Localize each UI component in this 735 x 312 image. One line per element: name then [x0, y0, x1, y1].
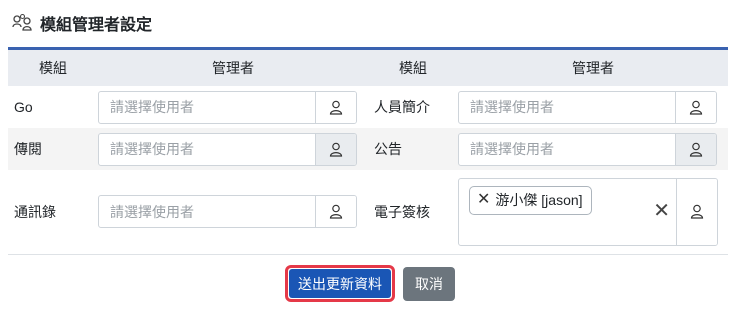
user-icon	[329, 204, 343, 219]
clear-selection-icon[interactable]: ✕	[653, 201, 670, 221]
module-admin-table: 模組 管理者 模組 管理者 Go 請選擇使用者 人員簡介 請選擇使用者 傳閱 請…	[8, 47, 728, 255]
page-title: 模組管理者設定	[40, 17, 153, 34]
users-icon	[12, 13, 34, 33]
cancel-button[interactable]: 取消	[403, 266, 455, 301]
user-icon	[690, 204, 704, 219]
module-name: 通訊錄	[8, 170, 98, 255]
admin-picker-circulation: 請選擇使用者	[98, 132, 357, 166]
admin-input[interactable]: 請選擇使用者	[459, 134, 675, 165]
submit-highlight: 送出更新資料	[285, 265, 395, 302]
module-name: 電子簽核	[368, 170, 458, 255]
header-admin: 管理者	[458, 50, 728, 86]
admin-picker-esign: ✕ 游小傑 [jason] ✕	[458, 177, 718, 246]
select-user-button[interactable]	[675, 91, 716, 123]
page-header: 模組管理者設定	[12, 10, 152, 36]
header-admin: 管理者	[98, 50, 368, 86]
select-user-button[interactable]	[315, 133, 356, 165]
module-name: Go	[14, 99, 33, 115]
table-row: 傳閱 請選擇使用者 公告 請選擇使用者	[8, 128, 728, 170]
admin-input[interactable]: 請選擇使用者	[459, 92, 675, 123]
user-icon	[689, 142, 703, 157]
table-header-row: 模組 管理者 模組 管理者	[8, 50, 728, 86]
submit-button[interactable]: 送出更新資料	[289, 269, 391, 298]
selected-user-tag: ✕ 游小傑 [jason]	[469, 185, 592, 215]
select-user-button[interactable]	[676, 178, 717, 245]
user-icon	[329, 142, 343, 157]
admin-picker-contacts: 請選擇使用者	[98, 195, 357, 229]
admin-input[interactable]: 請選擇使用者	[99, 196, 315, 227]
select-user-button[interactable]	[315, 196, 356, 228]
header-module: 模組	[8, 50, 98, 86]
module-name: 人員簡介	[374, 99, 430, 115]
user-icon	[329, 100, 343, 115]
table-row: 通訊錄 請選擇使用者 電子簽核 ✕ 游小傑 [jason] ✕	[8, 170, 728, 255]
selected-user-label: 游小傑 [jason]	[495, 192, 583, 209]
admin-picker-announcement: 請選擇使用者	[458, 132, 717, 166]
user-icon	[689, 100, 703, 115]
table-row: Go 請選擇使用者 人員簡介 請選擇使用者	[8, 86, 728, 128]
admin-multiselect[interactable]: ✕ 游小傑 [jason] ✕	[459, 179, 676, 245]
form-actions: 送出更新資料 取消	[285, 265, 455, 302]
admin-input[interactable]: 請選擇使用者	[99, 92, 315, 123]
select-user-button[interactable]	[315, 91, 356, 123]
admin-picker-go: 請選擇使用者	[98, 90, 357, 124]
select-user-button[interactable]	[675, 133, 716, 165]
module-name: 公告	[368, 128, 458, 170]
module-name: 傳閱	[8, 128, 98, 170]
remove-tag-icon[interactable]: ✕	[477, 192, 490, 208]
header-module: 模組	[368, 50, 458, 86]
admin-picker-profile: 請選擇使用者	[458, 90, 717, 124]
admin-input[interactable]: 請選擇使用者	[99, 134, 315, 165]
